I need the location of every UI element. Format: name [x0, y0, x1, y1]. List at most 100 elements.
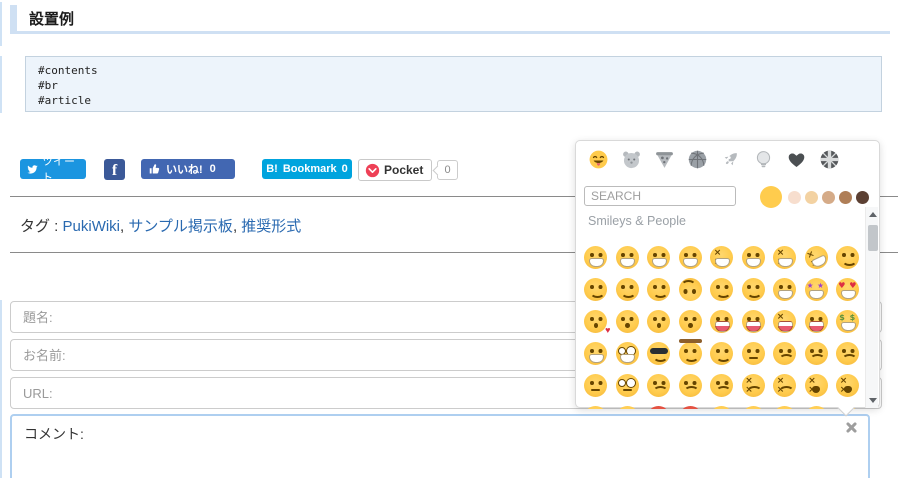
emoji-face-with-steam-from-nose[interactable]: [580, 401, 612, 409]
emoji-beaming-face[interactable]: [675, 241, 707, 273]
emoji-slightly-smiling-face[interactable]: [643, 273, 675, 305]
emoji-persevering-face[interactable]: [769, 369, 801, 401]
emoji-face-with-monocle[interactable]: [612, 369, 644, 401]
hatena-bookmark-button[interactable]: B! Bookmark 0: [262, 159, 352, 179]
tag-link-1[interactable]: PukiWiki: [63, 218, 121, 235]
emoji-list: [576, 233, 864, 409]
thumbs-up-icon: [149, 164, 160, 174]
tag-links: PukiWiki, サンプル掲示板, 推奨形式: [62, 218, 302, 235]
category-tab-flags[interactable]: [819, 149, 840, 170]
emoji-winking-face-with-tongue[interactable]: [738, 305, 770, 337]
skin-tone-1[interactable]: [760, 186, 782, 208]
emoji-pensive-face[interactable]: [801, 337, 833, 369]
page-left-accent: [0, 300, 2, 478]
emoji-section-title: Smileys & People: [588, 214, 686, 228]
emoji-face-savoring-food[interactable]: [706, 305, 738, 337]
emoji-neutral-face[interactable]: [738, 401, 770, 409]
emoji-smiling-face[interactable]: [832, 241, 864, 273]
skin-tone-5[interactable]: [839, 191, 852, 204]
emoji-cowboy-hat-face[interactable]: [675, 337, 707, 369]
emoji-grinning-face-smiling-eyes[interactable]: [643, 241, 675, 273]
pocket-count-badge: 0: [437, 160, 458, 180]
section-heading: 設置例: [10, 5, 890, 34]
emoji-star-struck[interactable]: [801, 273, 833, 305]
emoji-grinning-squinting-face[interactable]: [706, 241, 738, 273]
emoji-frowning-face[interactable]: [706, 369, 738, 401]
emoji-smiling-face-with-smiling-eyes[interactable]: [580, 273, 612, 305]
category-tab-symbols[interactable]: [786, 149, 807, 170]
facebook-like-button[interactable]: いいね! 0: [141, 159, 235, 179]
skin-tone-4[interactable]: [822, 191, 835, 204]
emoji-search-input[interactable]: [584, 186, 736, 206]
emoji-grinning-face-with-sweat[interactable]: [738, 241, 770, 273]
skin-tone-3[interactable]: [805, 191, 818, 204]
emoji-relieved-face[interactable]: [738, 273, 770, 305]
tweet-button[interactable]: ツイート: [20, 156, 86, 184]
emoji-expressionless-face[interactable]: [769, 401, 801, 409]
emoji-picker-close-icon[interactable]: [845, 421, 858, 434]
emoji-hugging-face[interactable]: [580, 337, 612, 369]
twitter-bird-icon: [27, 164, 38, 174]
emoji-grinning-face[interactable]: [580, 241, 612, 273]
facebook-button[interactable]: f: [104, 159, 125, 180]
emoji-unamused-face[interactable]: [738, 337, 770, 369]
scrollbar[interactable]: [865, 207, 878, 408]
emoji-picker: Smileys & People: [575, 140, 880, 417]
emoji-confounded-face[interactable]: [738, 369, 770, 401]
pocket-icon: [365, 163, 380, 177]
emoji-tired-face[interactable]: [801, 369, 833, 401]
emoji-face-blowing-a-kiss[interactable]: [580, 305, 612, 337]
emoji-pouting-face[interactable]: [643, 401, 675, 409]
emoji-face-with-raised-eyebrow[interactable]: [580, 369, 612, 401]
emoji-squinting-face-with-tongue[interactable]: [769, 305, 801, 337]
emoji-rolling-on-the-floor-laughing[interactable]: [800, 241, 833, 273]
emoji-smiling-face-with-halo[interactable]: [612, 273, 644, 305]
emoji-face-without-mouth[interactable]: [706, 401, 738, 409]
emoji-slightly-frowning-face[interactable]: [675, 369, 707, 401]
emoji-kissing-face-with-smiling-eyes[interactable]: [643, 305, 675, 337]
emoji-confused-face[interactable]: [643, 369, 675, 401]
emoji-face-with-tears-of-joy[interactable]: [769, 241, 801, 273]
comment-textarea[interactable]: コメント:: [10, 414, 870, 478]
emoji-money-mouth-face[interactable]: [832, 305, 864, 337]
pocket-button[interactable]: Pocket: [358, 159, 432, 181]
emoji-angry-face[interactable]: [612, 401, 644, 409]
tags-row: タグ : PukiWiki, サンプル掲示板, 推奨形式: [20, 215, 301, 236]
emoji-face-with-tongue[interactable]: [801, 305, 833, 337]
category-tab-activity[interactable]: [687, 149, 708, 170]
scroll-down-button[interactable]: [866, 393, 879, 408]
category-tab-objects[interactable]: [753, 149, 774, 170]
emoji-disappointed-face[interactable]: [769, 337, 801, 369]
emoji-face-with-rolling-eyes[interactable]: [801, 401, 833, 409]
tweet-label: ツイート: [41, 156, 75, 184]
skin-tone-6[interactable]: [856, 191, 869, 204]
emoji-smirking-face[interactable]: [706, 337, 738, 369]
emoji-grinning-face-big-eyes[interactable]: [612, 241, 644, 273]
hatena-count: 0: [341, 163, 348, 175]
emoji-winking-face[interactable]: [706, 273, 738, 305]
skin-tone-2[interactable]: [788, 191, 801, 204]
emoji-smiling-face-with-heart-eyes[interactable]: [832, 273, 864, 305]
tag-link-2[interactable]: サンプル掲示板: [128, 218, 233, 235]
emoji-smiling-face-with-sunglasses[interactable]: [643, 337, 675, 369]
code-block: #contents #br #article: [25, 56, 882, 112]
like-label: いいね!: [166, 164, 203, 176]
emoji-face-with-symbols-on-mouth[interactable]: [675, 401, 707, 409]
scroll-up-button[interactable]: [866, 207, 879, 222]
emoji-weary-face[interactable]: [832, 369, 864, 401]
emoji-nerd-face[interactable]: [612, 337, 644, 369]
tag-link-3[interactable]: 推奨形式: [241, 218, 301, 235]
emoji-zany-face[interactable]: [769, 273, 801, 305]
category-tab-smileys-people[interactable]: [588, 149, 609, 170]
category-tab-animals-nature[interactable]: [621, 149, 642, 170]
emoji-kissing-face[interactable]: [612, 305, 644, 337]
scroll-thumb[interactable]: [867, 225, 878, 251]
emoji-kissing-face-with-closed-eyes[interactable]: [675, 305, 707, 337]
arrow-down-icon: [868, 398, 877, 407]
emoji-worried-face[interactable]: [832, 337, 864, 369]
emoji-upside-down-face[interactable]: [675, 273, 707, 305]
category-tab-travel-places[interactable]: [720, 149, 741, 170]
like-count: 0: [209, 163, 216, 175]
category-tab-food-drink[interactable]: [654, 149, 675, 170]
category-tabs: [588, 149, 840, 170]
